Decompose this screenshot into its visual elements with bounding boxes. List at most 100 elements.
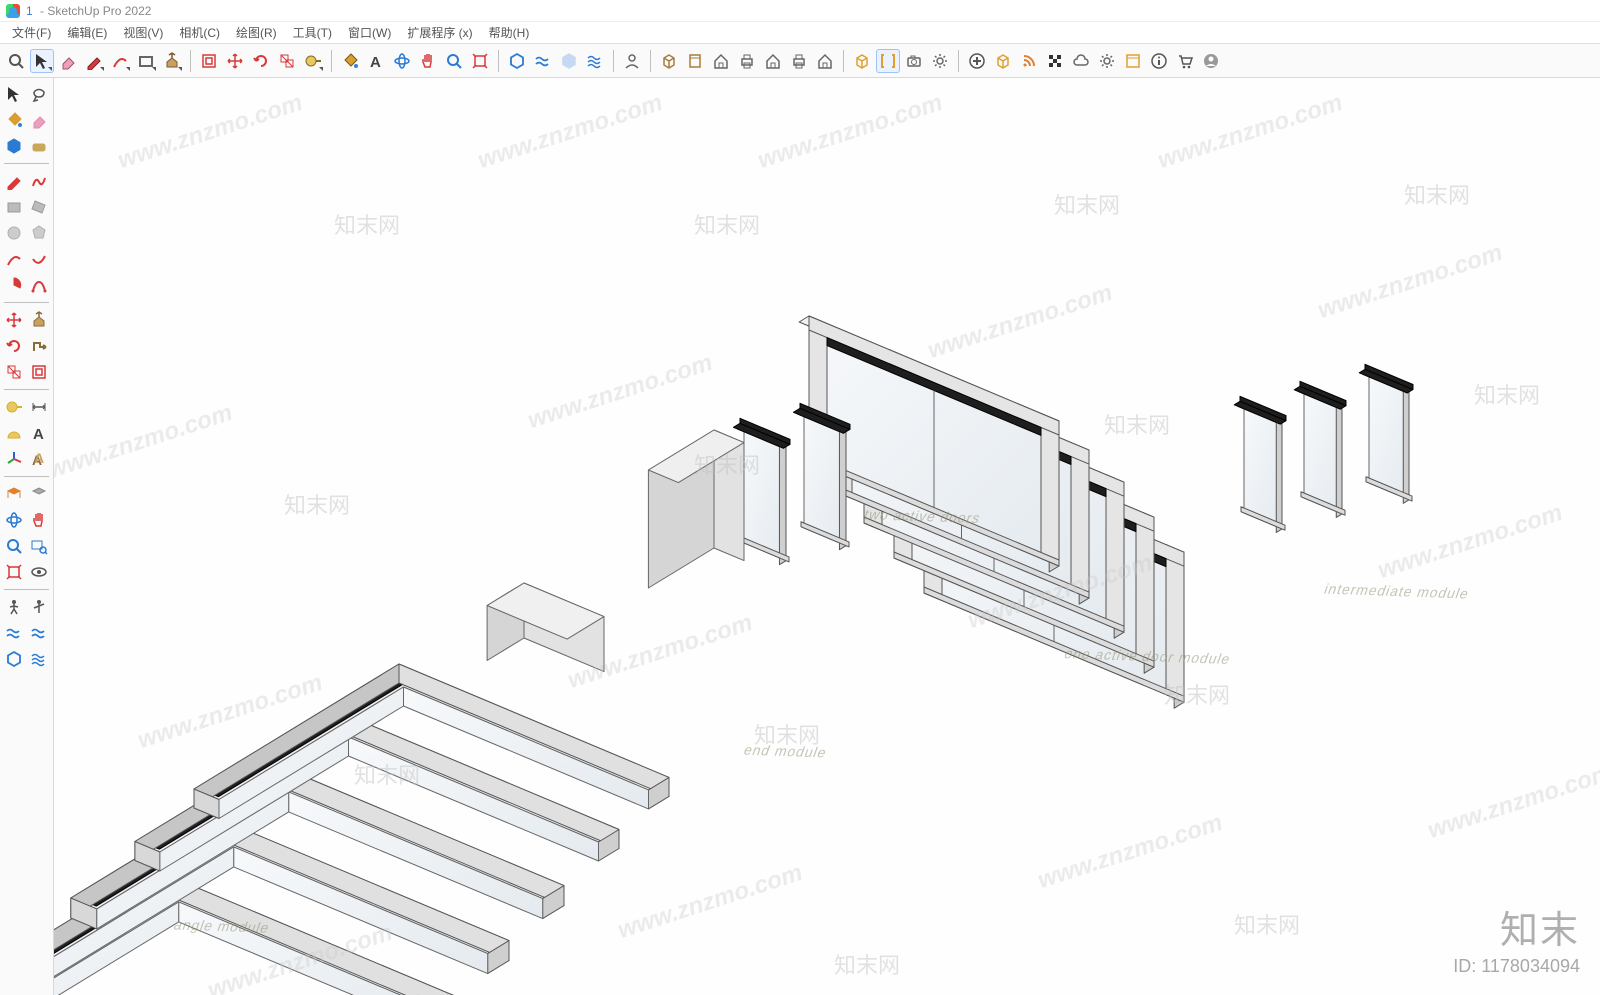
bracket-select-icon[interactable] xyxy=(876,49,900,73)
v-polygon-icon[interactable] xyxy=(28,221,52,245)
v-select-icon[interactable] xyxy=(2,82,26,106)
move-icon[interactable] xyxy=(223,49,247,73)
v-hex-icon[interactable] xyxy=(2,134,26,158)
v-lasso-icon[interactable] xyxy=(28,82,52,106)
camera-icon[interactable] xyxy=(902,49,926,73)
select-icon[interactable] xyxy=(30,49,54,73)
v-zoomwin-icon[interactable] xyxy=(28,534,52,558)
ext1-icon[interactable] xyxy=(505,49,529,73)
v-scale-icon[interactable] xyxy=(2,360,26,384)
menu-item-4[interactable]: 绘图(R) xyxy=(228,22,285,43)
pushpull-icon[interactable] xyxy=(160,49,184,73)
zoom-extents-icon[interactable] xyxy=(468,49,492,73)
palette-row xyxy=(2,395,51,419)
v-3dtext-icon[interactable]: AA xyxy=(28,447,52,471)
v-pushpull-icon[interactable] xyxy=(28,308,52,332)
ext3-icon[interactable] xyxy=(557,49,581,73)
v-sandbox4-icon[interactable] xyxy=(28,647,52,671)
menu-item-6[interactable]: 窗口(W) xyxy=(340,22,399,43)
gear-small-icon[interactable] xyxy=(928,49,952,73)
v-text-icon[interactable]: A xyxy=(28,421,52,445)
v-protractor-icon[interactable] xyxy=(2,421,26,445)
menu-item-8[interactable]: 帮助(H) xyxy=(481,22,538,43)
cube2-icon[interactable] xyxy=(991,49,1015,73)
eraser-icon[interactable] xyxy=(56,49,80,73)
text-icon[interactable]: A xyxy=(364,49,388,73)
v-paint-icon[interactable] xyxy=(2,108,26,132)
search-icon[interactable] xyxy=(4,49,28,73)
v-look-icon[interactable] xyxy=(28,595,52,619)
box-icon[interactable] xyxy=(657,49,681,73)
cart-icon[interactable] xyxy=(1173,49,1197,73)
v-dim-icon[interactable] xyxy=(28,395,52,419)
v-pan-icon[interactable] xyxy=(28,508,52,532)
v-zoom-icon[interactable] xyxy=(2,534,26,558)
v-sectfill-icon[interactable] xyxy=(28,482,52,506)
v-zoomext-icon[interactable] xyxy=(2,560,26,584)
window-icon[interactable] xyxy=(1121,49,1145,73)
v-offset-icon[interactable] xyxy=(28,360,52,384)
v-rotrect-icon[interactable] xyxy=(28,195,52,219)
rectangle-icon[interactable] xyxy=(134,49,158,73)
cloud-icon[interactable] xyxy=(1069,49,1093,73)
v-pencil-icon[interactable] xyxy=(2,169,26,193)
print2-icon[interactable] xyxy=(787,49,811,73)
cube-select-icon[interactable] xyxy=(850,49,874,73)
offset-icon[interactable] xyxy=(197,49,221,73)
v-eraser-icon[interactable] xyxy=(28,108,52,132)
v-sandbox2-icon[interactable] xyxy=(28,621,52,645)
v-orbit-icon[interactable] xyxy=(2,508,26,532)
v-sandbox1-icon[interactable] xyxy=(2,621,26,645)
home2-icon[interactable] xyxy=(761,49,785,73)
home-icon[interactable] xyxy=(709,49,733,73)
menu-item-7[interactable]: 扩展程序 (x) xyxy=(399,22,480,43)
v-rotate-icon[interactable] xyxy=(2,334,26,358)
v-arc2-icon[interactable] xyxy=(2,247,26,271)
palette-row xyxy=(2,273,51,297)
v-pie-icon[interactable] xyxy=(2,273,26,297)
main-toolbar: A xyxy=(0,44,1600,78)
v-sandbox3-icon[interactable] xyxy=(2,647,26,671)
menu-item-2[interactable]: 视图(V) xyxy=(115,22,171,43)
rotate-icon[interactable] xyxy=(249,49,273,73)
pan-icon[interactable] xyxy=(416,49,440,73)
menu-item-5[interactable]: 工具(T) xyxy=(285,22,340,43)
arc-icon[interactable] xyxy=(108,49,132,73)
v-walk-icon[interactable] xyxy=(2,595,26,619)
ext4-icon[interactable] xyxy=(583,49,607,73)
ext2-icon[interactable] xyxy=(531,49,555,73)
zoom-icon[interactable] xyxy=(442,49,466,73)
v-axes-icon[interactable] xyxy=(2,447,26,471)
v-followme-icon[interactable] xyxy=(28,334,52,358)
print-icon[interactable] xyxy=(735,49,759,73)
user-icon[interactable] xyxy=(620,49,644,73)
paint-icon[interactable] xyxy=(338,49,362,73)
profile-icon[interactable] xyxy=(1199,49,1223,73)
tape-icon[interactable] xyxy=(301,49,325,73)
info-icon[interactable] xyxy=(1147,49,1171,73)
line-icon[interactable] xyxy=(82,49,106,73)
v-move-icon[interactable] xyxy=(2,308,26,332)
v-rect-icon[interactable] xyxy=(2,195,26,219)
v-tape-icon[interactable] xyxy=(2,395,26,419)
rss-icon[interactable] xyxy=(1017,49,1041,73)
toolbar-separator xyxy=(958,50,959,72)
viewport-3d[interactable]: angle moduleend moduletwo active doorson… xyxy=(54,78,1600,995)
add-icon[interactable] xyxy=(965,49,989,73)
scale-icon[interactable] xyxy=(275,49,299,73)
v-bezier-icon[interactable] xyxy=(28,273,52,297)
v-circle-icon[interactable] xyxy=(2,221,26,245)
menu-item-3[interactable]: 相机(C) xyxy=(171,22,228,43)
checker-icon[interactable] xyxy=(1043,49,1067,73)
v-section-icon[interactable] xyxy=(2,482,26,506)
home3-icon[interactable] xyxy=(813,49,837,73)
book-icon[interactable] xyxy=(683,49,707,73)
v-arc3-icon[interactable] xyxy=(28,247,52,271)
orbit-icon[interactable] xyxy=(390,49,414,73)
v-sponge-icon[interactable] xyxy=(28,134,52,158)
gear-icon[interactable] xyxy=(1095,49,1119,73)
v-freehand-icon[interactable] xyxy=(28,169,52,193)
v-eye-icon[interactable] xyxy=(28,560,52,584)
menu-item-0[interactable]: 文件(F) xyxy=(4,22,59,43)
menu-item-1[interactable]: 编辑(E) xyxy=(59,22,115,43)
